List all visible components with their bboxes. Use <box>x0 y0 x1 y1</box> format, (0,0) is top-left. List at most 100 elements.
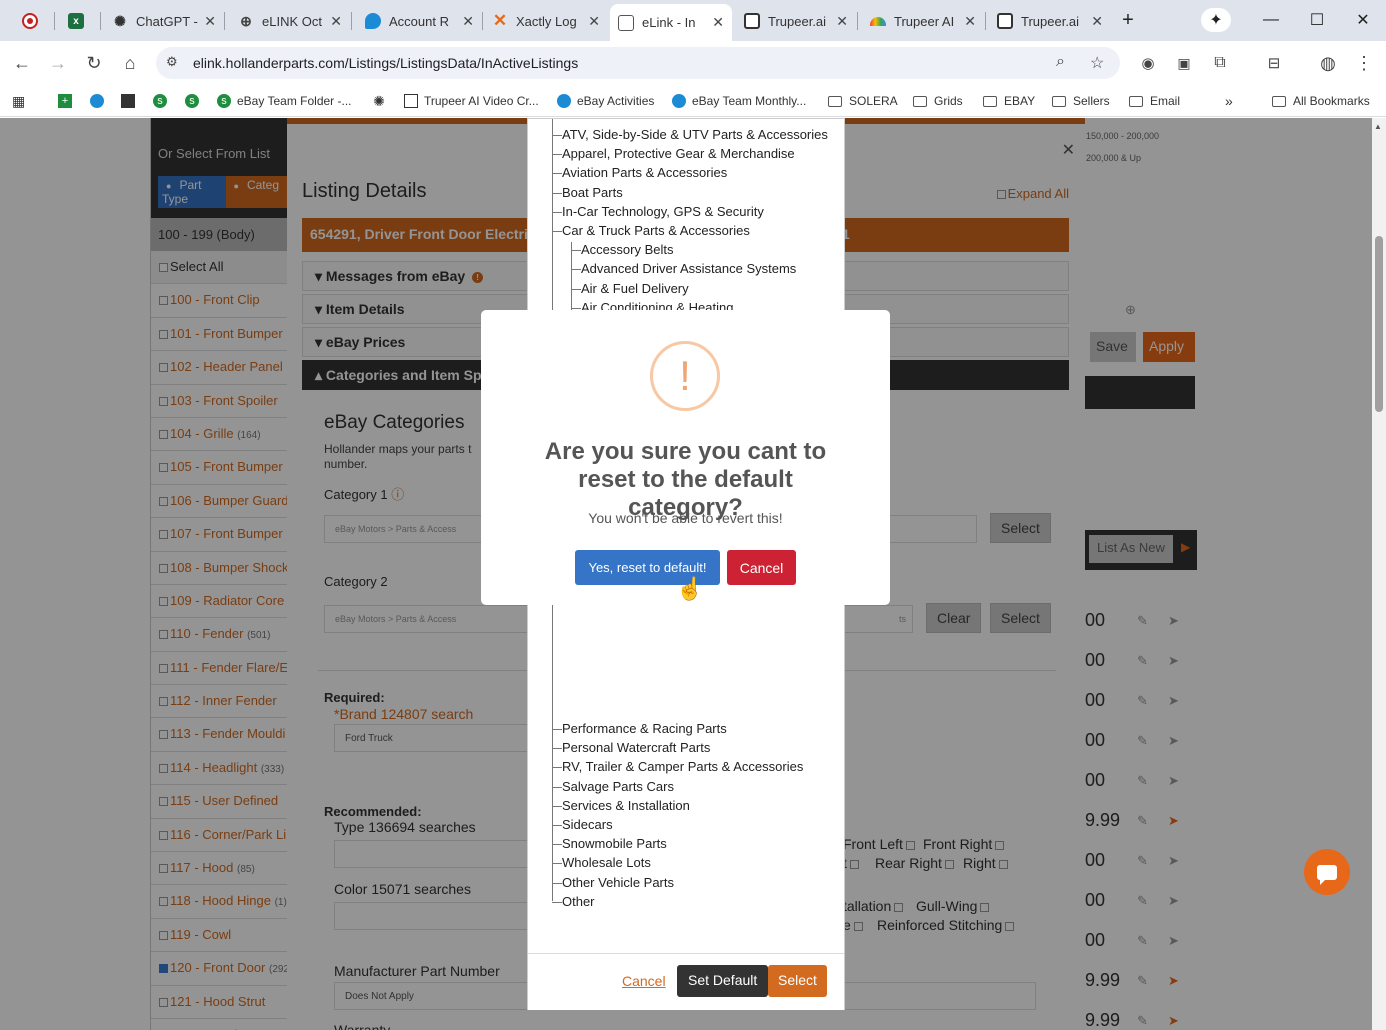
bookmark-label: eBay Team Folder -... <box>237 94 352 108</box>
bookmark-toolbox[interactable] <box>121 92 141 110</box>
bookmark-email[interactable]: Email <box>1129 92 1180 110</box>
bookmark-solera[interactable]: SOLERA <box>828 92 898 110</box>
maximize-icon[interactable]: ☐ <box>1302 8 1332 32</box>
new-tab-button[interactable]: + <box>1113 8 1143 32</box>
back-icon[interactable]: ← <box>10 51 34 75</box>
gemini-icon[interactable]: ✦ <box>1201 8 1231 32</box>
folder-icon <box>913 95 927 107</box>
bookmark-label: All Bookmarks <box>1293 94 1370 108</box>
cloud-icon <box>365 13 381 29</box>
cloud-icon <box>672 94 686 108</box>
tab-elink-inactive[interactable]: eLink - In ✕ <box>610 4 732 41</box>
close-icon[interactable]: ✕ <box>712 14 724 31</box>
tab-trupeer-1[interactable]: Trupeer.ai ✕ <box>736 6 856 36</box>
trupeer-icon <box>997 13 1013 29</box>
tab-excel[interactable]: x <box>60 6 100 36</box>
tab-chatgpt[interactable]: ✺ ChatGPT - ✕ <box>104 6 224 36</box>
folder-icon <box>983 95 997 107</box>
tab-xactly[interactable]: ✕ Xactly Log ✕ <box>484 6 608 36</box>
s-icon: s <box>217 94 231 108</box>
bookmark-ebay-team-folder[interactable]: s eBay Team Folder -... <box>217 92 352 110</box>
bookmark-label: Trupeer AI Video Cr... <box>424 94 539 108</box>
chat-widget-button[interactable] <box>1304 849 1350 895</box>
apps-grid-icon[interactable]: ▦ <box>12 92 25 110</box>
url-text: elink.hollanderparts.com/Listings/Listin… <box>193 55 579 71</box>
bookmark-label: eBay Activities <box>577 94 655 108</box>
tab-search-icon[interactable]: ⊟ <box>1262 51 1286 75</box>
bookmark-ebay-team-monthly[interactable]: eBay Team Monthly... <box>672 92 806 110</box>
bookmark-label: eBay Team Monthly... <box>692 94 807 108</box>
tab-label: Account R <box>389 13 449 29</box>
close-icon[interactable]: ✕ <box>330 13 342 30</box>
tab-label: Trupeer.ai <box>768 13 827 29</box>
excel-icon: x <box>68 13 84 29</box>
close-icon[interactable]: ✕ <box>964 13 976 30</box>
bookmarks-overflow-icon[interactable]: » <box>1225 92 1233 110</box>
rainbow-icon <box>870 16 886 26</box>
bookmark-ebay[interactable]: EBAY <box>983 92 1035 110</box>
tab-trupeer-ai[interactable]: Trupeer AI ✕ <box>862 6 984 36</box>
xactly-icon: ✕ <box>492 11 508 30</box>
folder-icon <box>1129 95 1143 107</box>
warning-icon: ! <box>650 341 720 411</box>
tab-label: Trupeer AI <box>894 13 955 29</box>
close-icon[interactable]: ✕ <box>588 13 600 30</box>
close-icon[interactable]: ✕ <box>836 13 848 30</box>
profile-avatar-icon[interactable]: ◍ <box>1316 51 1340 75</box>
scroll-up-icon[interactable]: ▲ <box>1374 122 1382 131</box>
trupeer-icon <box>404 94 418 108</box>
bookmark-sellers[interactable]: Sellers <box>1052 92 1110 110</box>
tab-label: eLink - In <box>642 15 696 30</box>
trupeer-icon <box>744 13 760 29</box>
folder-icon <box>828 95 842 107</box>
tab-elink-oct[interactable]: ⊕ eLINK Oct ✕ <box>230 6 350 36</box>
home-icon[interactable]: ⌂ <box>118 51 142 75</box>
zoom-icon[interactable]: ⌕ <box>1056 53 1065 71</box>
bookmark-s2[interactable]: s <box>185 92 205 110</box>
bookmark-openai[interactable]: ✺ <box>372 92 392 110</box>
tab-record[interactable] <box>14 6 52 36</box>
reset-category-dialog: ! Are you sure you cant to reset to the … <box>481 310 890 605</box>
reload-icon[interactable]: ↻ <box>82 51 106 75</box>
bookmark-salesforce[interactable] <box>90 92 110 110</box>
chat-icon <box>1317 864 1337 885</box>
bookmark-label: EBAY <box>1004 94 1036 108</box>
menu-kebab-icon[interactable]: ⋮ <box>1352 51 1376 75</box>
bookmark-ebay-activities[interactable]: eBay Activities <box>557 92 654 110</box>
extension-h-icon[interactable]: ▣ <box>1172 51 1196 75</box>
forward-icon[interactable]: → <box>46 51 70 75</box>
bookmark-star-icon[interactable]: ☆ <box>1090 53 1104 73</box>
site-info-icon[interactable]: ⚙ <box>166 54 178 70</box>
tab-account[interactable]: Account R ✕ <box>357 6 482 36</box>
bookmark-label: Grids <box>934 94 963 108</box>
hand-cursor-icon: ☝ <box>676 576 704 601</box>
folder-icon <box>1052 95 1066 107</box>
dialog-cancel-button[interactable]: Cancel <box>727 550 796 585</box>
bookmark-label: Sellers <box>1073 94 1110 108</box>
cloud-icon <box>90 94 104 108</box>
bookmark-grids[interactable]: Grids <box>913 92 963 110</box>
minimize-icon[interactable]: — <box>1256 8 1286 32</box>
s-icon: s <box>153 94 167 108</box>
bookmark-trupeer-video[interactable]: Trupeer AI Video Cr... <box>404 92 539 110</box>
tab-label: Xactly Log <box>516 13 577 29</box>
tab-trupeer-2[interactable]: Trupeer.ai ✕ <box>989 6 1111 36</box>
browser-tab-strip: x ✺ ChatGPT - ✕ ⊕ eLINK Oct ✕ Account R … <box>0 0 1386 41</box>
bookmark-all-bookmarks[interactable]: All Bookmarks <box>1272 92 1370 110</box>
close-icon[interactable]: ✕ <box>1091 13 1103 30</box>
scrollbar-thumb[interactable] <box>1375 236 1383 412</box>
camera-icon[interactable]: ◉ <box>1136 51 1160 75</box>
bookmark-label: SOLERA <box>849 94 898 108</box>
window-close-icon[interactable]: ✕ <box>1348 8 1378 32</box>
s-icon: s <box>185 94 199 108</box>
extensions-puzzle-icon[interactable]: ⧉ <box>1208 51 1232 75</box>
close-icon[interactable]: ✕ <box>462 13 474 30</box>
bookmark-sheets[interactable]: + <box>58 92 78 110</box>
address-bar[interactable]: ⚙ elink.hollanderparts.com/Listings/List… <box>156 47 1120 79</box>
bookmark-s1[interactable]: s <box>153 92 173 110</box>
dialog-message: You won't be able to revert this! <box>588 510 783 526</box>
folder-icon <box>1272 95 1286 107</box>
close-icon[interactable]: ✕ <box>204 13 216 30</box>
chatgpt-icon: ✺ <box>373 92 385 109</box>
page-scrollbar[interactable]: ▲ <box>1372 118 1386 1030</box>
